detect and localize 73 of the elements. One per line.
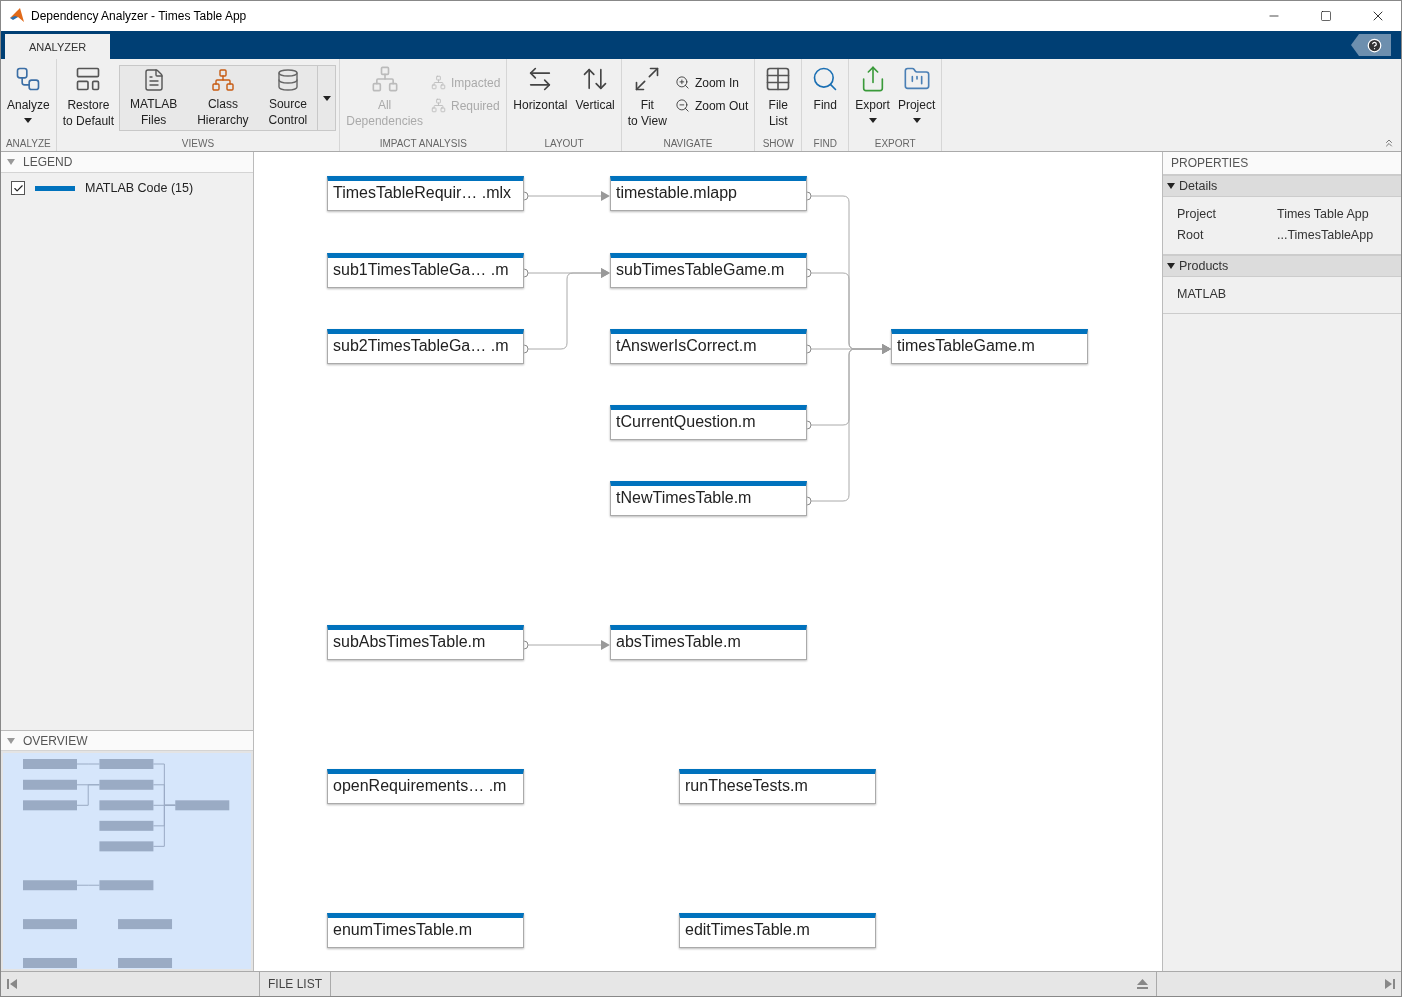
zoom-out-icon [674, 98, 690, 113]
property-value: ...TimesTableApp [1277, 228, 1375, 242]
collapse-left-button[interactable] [7, 979, 17, 989]
ribbon-tab[interactable]: ANALYZER [5, 34, 111, 59]
group-label: NAVIGATE [662, 137, 714, 151]
file-node[interactable]: timesTableGame.m [891, 329, 1088, 364]
file-node[interactable]: runTheseTests.m [679, 769, 876, 804]
file-node[interactable]: absTimesTable.m [610, 625, 807, 660]
file-node[interactable]: sub1TimesTableGa… .m [327, 253, 524, 288]
file-node[interactable]: enumTimesTable.m [327, 913, 524, 948]
triangle-icon [1167, 262, 1175, 270]
triangle-icon [7, 158, 15, 166]
file-node[interactable]: subAbsTimesTable.m [327, 625, 524, 660]
caret-icon [322, 95, 331, 101]
logo-icon [9, 8, 25, 24]
window-title: Dependency Analyzer - Times Table App [31, 9, 248, 23]
group-label: FIND [812, 137, 838, 151]
ribbon-button[interactable]: Zoom Out [671, 96, 752, 115]
hierarchy-icon [431, 75, 446, 90]
group-label: SHOW [761, 137, 795, 151]
triangle-icon [1167, 182, 1175, 190]
file-node[interactable]: timestable.mlapp [610, 176, 807, 211]
caret-icon [24, 117, 33, 123]
caret-icon [912, 117, 921, 123]
collapse-ribbon-button[interactable] [1383, 137, 1395, 149]
help-icon [1366, 37, 1382, 53]
caret-icon [868, 117, 877, 123]
ribbon-button[interactable]: Find [805, 63, 846, 115]
ribbon-button[interactable]: Zoom In [671, 73, 752, 92]
ribbon-button[interactable]: Vertical [572, 63, 618, 115]
file-node[interactable]: TimesTableRequir… .mlx [327, 176, 524, 211]
eject-icon[interactable] [1137, 979, 1148, 989]
ribbon-button[interactable]: Analyze [4, 63, 53, 126]
file-node[interactable]: tCurrentQuestion.m [610, 405, 807, 440]
hierarchy-icon [370, 65, 399, 93]
group-label: IMPACT ANALYSIS [378, 137, 468, 151]
file-node[interactable]: editTimesTable.m [679, 913, 876, 948]
group-label: LAYOUT [543, 137, 585, 151]
property-label: Root [1177, 228, 1205, 242]
section-header[interactable]: Details [1163, 175, 1401, 197]
help-button[interactable] [1351, 34, 1391, 56]
group-label: EXPORT [873, 137, 917, 151]
ribbon-button[interactable]: Export [852, 63, 893, 126]
section-header[interactable]: Products [1163, 255, 1401, 277]
ribbon-button[interactable]: Restore to Default [59, 63, 118, 131]
properties-title: PROPERTIES [1163, 152, 1401, 175]
legend-label: MATLAB Code (15) [85, 181, 194, 195]
ribbon-button[interactable]: Project [894, 63, 939, 126]
maximize-icon [1320, 10, 1332, 22]
ribbon-button[interactable]: Horizontal [510, 63, 571, 115]
file-node[interactable]: tAnswerIsCorrect.m [610, 329, 807, 364]
hierarchy-icon [209, 68, 236, 92]
checkbox[interactable] [11, 181, 25, 195]
file-node[interactable]: subTimesTableGame.m [610, 253, 807, 288]
zoom-in-icon [674, 75, 690, 90]
gallery-button[interactable]: Class Hierarchy [187, 66, 259, 130]
file-node[interactable]: tNewTimesTable.m [610, 481, 807, 516]
gallery-button[interactable]: Source Control [258, 66, 318, 130]
gallery-button[interactable]: MATLAB Files [120, 66, 188, 130]
collapse-right-button[interactable] [1385, 979, 1395, 989]
group-label: VIEWS [180, 137, 216, 151]
overview-header[interactable]: OVERVIEW [1, 730, 253, 751]
legend-header[interactable]: LEGEND [1, 152, 253, 173]
file-node[interactable]: sub2TimesTableGa… .m [327, 329, 524, 364]
file-node[interactable]: openRequirements… .m [327, 769, 524, 804]
ribbon-button[interactable]: Fit to View [624, 63, 670, 131]
property-label: Project [1177, 207, 1217, 221]
hierarchy-icon [431, 98, 446, 113]
ribbon-button[interactable]: File List [758, 63, 799, 131]
property-value: Times Table App [1277, 207, 1370, 221]
triangle-icon [7, 736, 15, 745]
property-label: MATLAB [1177, 287, 1228, 301]
group-label: ANALYZE [4, 137, 52, 151]
